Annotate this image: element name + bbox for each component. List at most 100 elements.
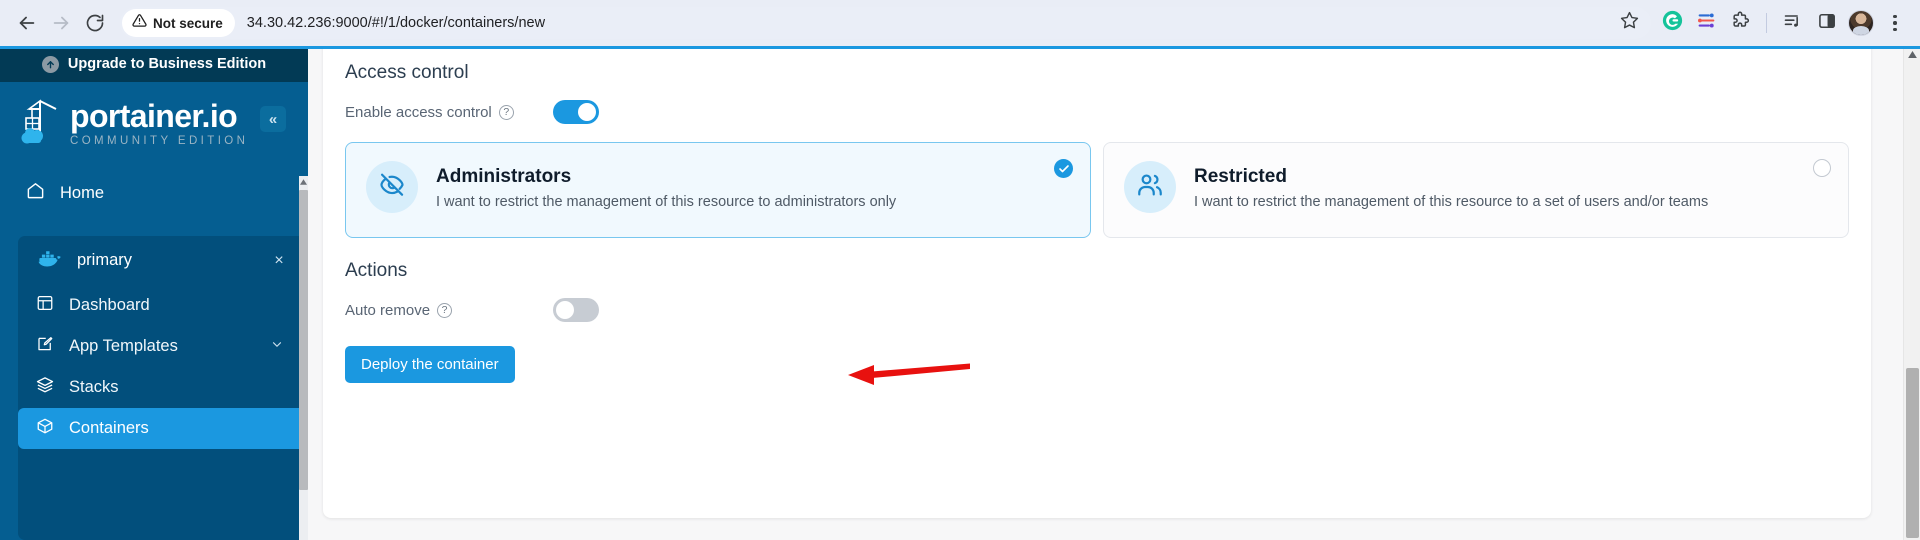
forward-button[interactable]	[44, 6, 78, 40]
sidebar-collapse-button[interactable]: «	[260, 106, 286, 132]
environment-header[interactable]: primary ×	[18, 236, 300, 285]
sidebar-item-home-label: Home	[60, 183, 105, 202]
chevron-double-left-icon: «	[268, 110, 278, 128]
portainer-logo[interactable]: portainer.io COMMUNITY EDITION «	[0, 82, 308, 158]
enable-access-control-toggle[interactable]	[553, 100, 599, 124]
users-icon	[1136, 171, 1164, 204]
profile-button[interactable]	[1846, 8, 1876, 38]
forward-arrow-icon	[50, 12, 72, 34]
page-scrollbar[interactable]	[1903, 46, 1920, 540]
sidebar-item-stacks-label: Stacks	[69, 378, 119, 396]
browser-extension-icons	[1657, 8, 1910, 38]
environment-block: primary × Dashboard App Templates Stacks…	[18, 236, 300, 540]
restricted-option-description: I want to restrict the management of thi…	[1194, 193, 1709, 210]
toggle-knob	[556, 301, 574, 319]
cube-icon	[36, 417, 54, 440]
sidebar-scroll-up-arrow[interactable]	[299, 176, 308, 188]
media-playlist-icon	[1783, 11, 1803, 36]
sidebar-item-dashboard-label: Dashboard	[69, 296, 150, 314]
colored-lines-extension-icon	[1696, 10, 1717, 36]
bookmark-button[interactable]	[1615, 9, 1643, 37]
auto-remove-row: Auto remove ?	[345, 298, 1849, 322]
deploy-the-container-button[interactable]: Deploy the container	[345, 346, 515, 383]
access-control-title: Access control	[345, 62, 469, 83]
security-status-label: Not secure	[153, 15, 223, 31]
restricted-option-icon-wrap	[1124, 161, 1176, 213]
question-mark-icon[interactable]: ?	[498, 104, 514, 120]
side-panel-icon	[1817, 11, 1837, 36]
sidebar-item-home[interactable]: Home	[0, 170, 308, 216]
edit-square-icon	[36, 335, 54, 358]
side-panel-button[interactable]	[1812, 8, 1842, 38]
colored-lines-extension-button[interactable]	[1691, 8, 1721, 38]
layers-icon	[36, 376, 54, 399]
security-status-chip[interactable]: Not secure	[122, 9, 235, 37]
logo-subtitle: COMMUNITY EDITION	[70, 134, 249, 147]
environment-close-button[interactable]: ×	[268, 250, 290, 272]
close-icon: ×	[274, 251, 284, 269]
sidebar-item-stacks[interactable]: Stacks	[18, 367, 300, 408]
url-text[interactable]: 34.30.42.236:9000/#!/1/docker/containers…	[247, 15, 545, 31]
reload-icon	[85, 13, 105, 33]
main-content: host 8080 container 80 TCP UDP	[308, 46, 1920, 540]
question-mark-icon[interactable]: ?	[437, 302, 453, 318]
extensions-button[interactable]	[1725, 8, 1755, 38]
sidebar-item-dashboard[interactable]: Dashboard	[18, 285, 300, 326]
red-arrow-pointing-left	[848, 363, 970, 387]
reload-button[interactable]	[78, 6, 112, 40]
administrators-option-body: Administrators I want to restrict the ma…	[436, 161, 896, 210]
upgrade-banner-label: Upgrade to Business Edition	[67, 56, 267, 72]
star-icon	[1620, 11, 1639, 35]
sidebar-item-app-templates[interactable]: App Templates	[18, 326, 300, 367]
upgrade-arrow-icon	[41, 55, 59, 73]
restricted-option-radio[interactable]	[1813, 159, 1831, 177]
auto-remove-label: Auto remove ?	[345, 302, 553, 319]
administrators-option-description: I want to restrict the management of thi…	[436, 193, 897, 210]
sidebar-scrollbar[interactable]	[299, 176, 308, 540]
chevron-down-icon	[270, 337, 284, 356]
app-page: Upgrade to Business Edition portainer.io…	[0, 46, 1920, 540]
auto-remove-toggle[interactable]	[553, 298, 599, 322]
home-icon	[26, 181, 45, 205]
sidebar-item-containers[interactable]: Containers	[18, 408, 300, 449]
grammarly-icon	[1662, 10, 1683, 36]
environment-name: primary	[77, 251, 133, 269]
back-button[interactable]	[10, 6, 44, 40]
dashboard-icon	[36, 294, 54, 317]
back-arrow-icon	[16, 12, 38, 34]
access-control-options: Administrators I want to restrict the ma…	[345, 142, 1849, 238]
container-create-form-card: host 8080 container 80 TCP UDP	[323, 46, 1871, 518]
access-option-administrators[interactable]: Administrators I want to restrict the ma…	[345, 142, 1091, 238]
eye-off-icon	[378, 171, 406, 204]
restricted-option-body: Restricted I want to restrict the manage…	[1194, 161, 1708, 210]
media-playlist-button[interactable]	[1778, 8, 1808, 38]
docker-whale-icon	[36, 248, 63, 273]
browser-menu-button[interactable]	[1880, 8, 1910, 38]
access-option-restricted[interactable]: Restricted I want to restrict the manage…	[1103, 142, 1849, 238]
browser-toolbar: Not secure 34.30.42.236:9000/#!/1/docker…	[0, 0, 1920, 46]
administrators-option-icon-wrap	[366, 161, 418, 213]
enable-access-control-label: Enable access control ?	[345, 104, 553, 121]
upgrade-banner[interactable]: Upgrade to Business Edition	[0, 46, 308, 82]
enable-access-control-text: Enable access control	[345, 103, 492, 121]
toolbar-divider	[1766, 13, 1767, 33]
sidebar: Upgrade to Business Edition portainer.io…	[0, 46, 308, 540]
address-bar[interactable]: Not secure 34.30.42.236:9000/#!/1/docker…	[120, 7, 1651, 39]
grammarly-extension-button[interactable]	[1657, 8, 1687, 38]
sidebar-item-app-templates-label: App Templates	[69, 337, 178, 355]
extensions-puzzle-icon	[1730, 11, 1750, 36]
accent-top-bar	[0, 46, 1920, 49]
enable-access-control-row: Enable access control ?	[345, 100, 1849, 124]
administrators-option-title: Administrators	[436, 166, 572, 187]
administrators-option-radio-selected[interactable]	[1054, 159, 1073, 178]
auto-remove-text: Auto remove	[345, 301, 431, 319]
logo-title: portainer.io	[70, 97, 238, 134]
page-scrollbar-thumb[interactable]	[1906, 368, 1919, 538]
restricted-option-title: Restricted	[1194, 166, 1287, 187]
sidebar-item-containers-label: Containers	[69, 419, 149, 437]
portainer-crane-logo-icon	[20, 98, 62, 148]
three-dot-menu-icon	[1893, 14, 1897, 32]
avatar	[1848, 10, 1874, 36]
toggle-knob	[578, 103, 596, 121]
sidebar-scrollbar-thumb[interactable]	[299, 190, 308, 490]
